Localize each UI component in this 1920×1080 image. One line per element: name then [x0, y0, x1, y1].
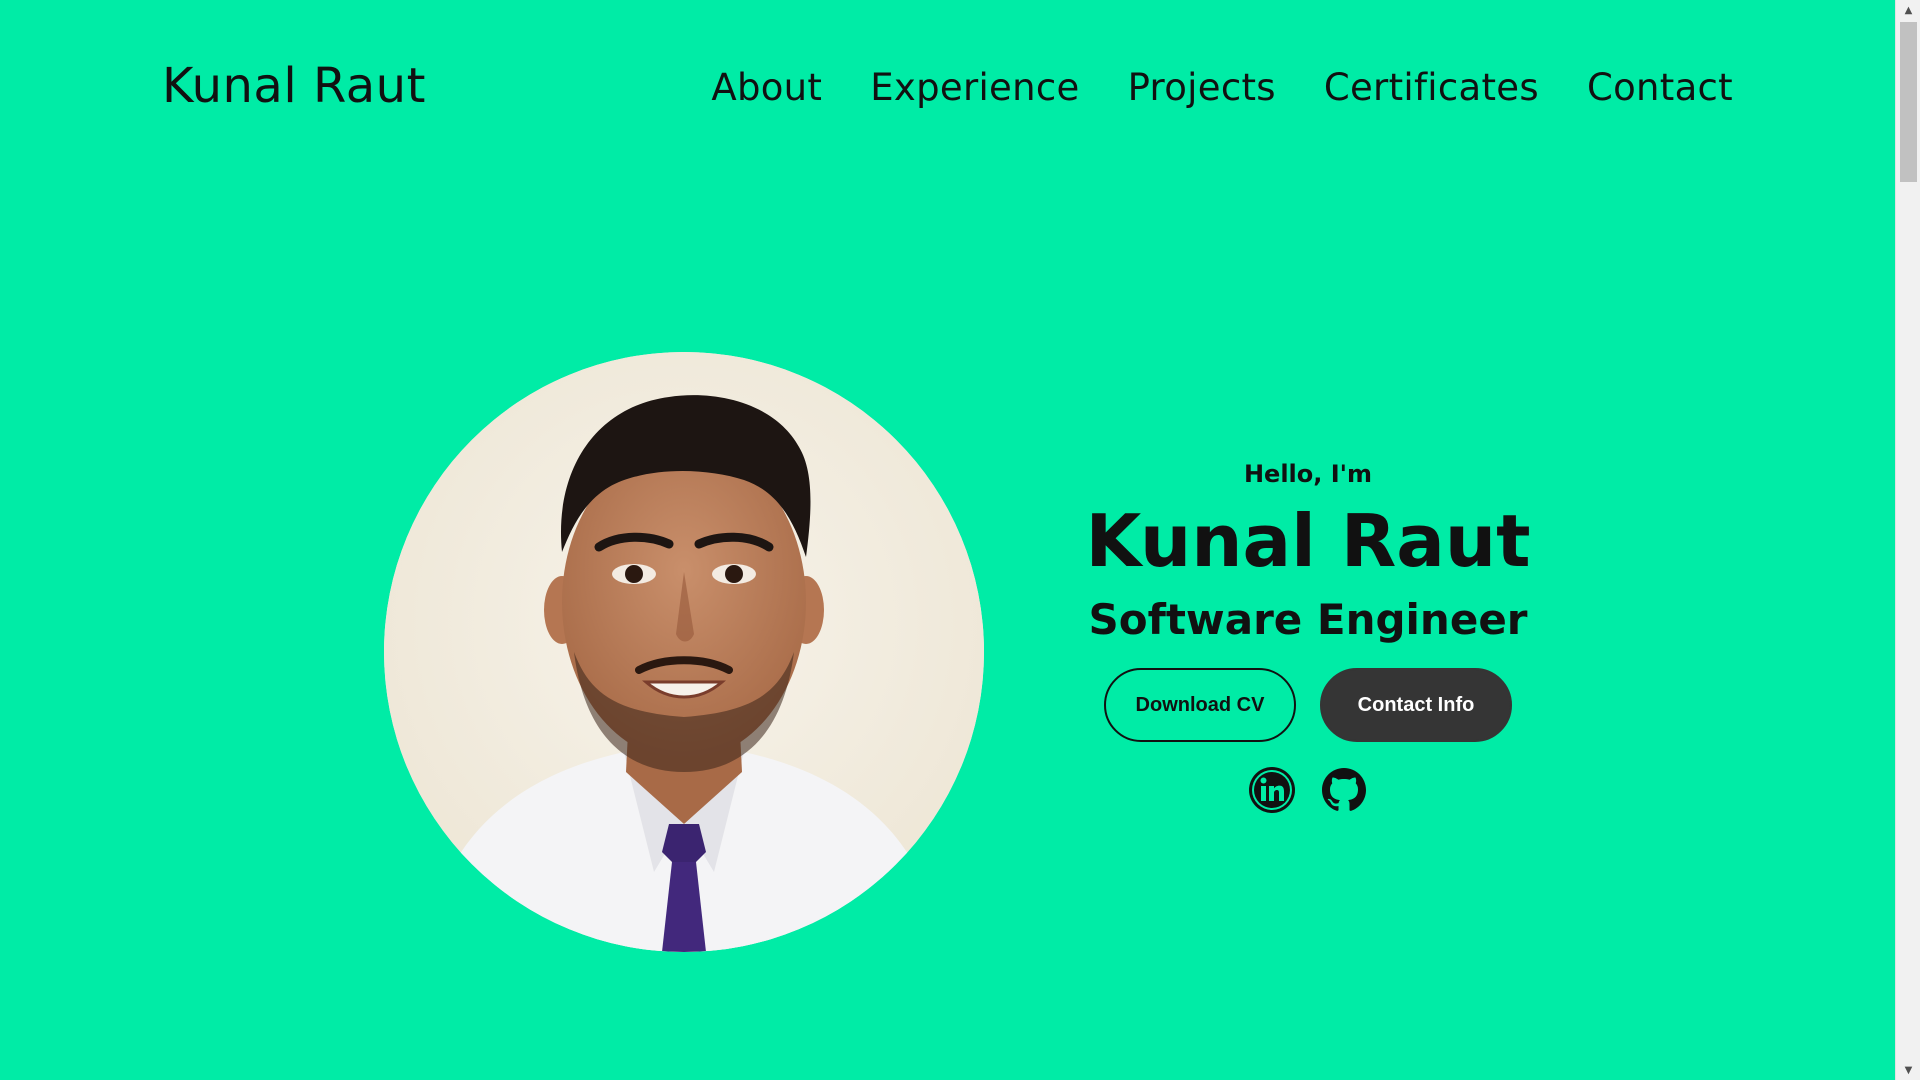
- hero-role: Software Engineer: [1088, 595, 1528, 645]
- linkedin-icon[interactable]: [1248, 766, 1296, 814]
- nav-item-experience: Experience: [870, 66, 1079, 109]
- site-logo[interactable]: Kunal Raut: [162, 58, 426, 114]
- hero-name: Kunal Raut: [1085, 499, 1531, 583]
- page: Kunal Raut About Experience Projects Cer…: [0, 0, 1895, 1080]
- scroll-up-arrow-icon[interactable]: ▲: [1896, 0, 1920, 20]
- scroll-down-arrow-icon[interactable]: ▼: [1896, 1060, 1920, 1080]
- github-icon[interactable]: [1320, 766, 1368, 814]
- hero-text-block: Hello, I'm Kunal Raut Software Engineer …: [1080, 460, 1536, 814]
- vertical-scrollbar[interactable]: ▲ ▼: [1895, 0, 1920, 1080]
- scroll-thumb[interactable]: [1900, 22, 1917, 182]
- hero-greeting: Hello, I'm: [1243, 460, 1373, 488]
- profile-picture: [384, 352, 984, 952]
- nav-link-experience[interactable]: Experience: [870, 66, 1079, 109]
- nav-link-about[interactable]: About: [711, 66, 822, 109]
- nav-link-projects[interactable]: Projects: [1128, 66, 1276, 109]
- nav-item-contact: Contact: [1587, 66, 1733, 109]
- nav-link-certificates[interactable]: Certificates: [1324, 66, 1539, 109]
- hero-button-row: Download CV Contact Info: [1080, 668, 1536, 743]
- profile-portrait: [384, 352, 984, 952]
- social-links: [1080, 766, 1536, 814]
- contact-info-button[interactable]: Contact Info: [1320, 668, 1512, 743]
- download-cv-button[interactable]: Download CV: [1104, 668, 1296, 743]
- nav-item-projects: Projects: [1128, 66, 1276, 109]
- nav-item-certificates: Certificates: [1324, 66, 1539, 109]
- nav-item-about: About: [711, 66, 822, 109]
- main-nav: About Experience Projects Certificates C…: [711, 66, 1733, 109]
- nav-link-contact[interactable]: Contact: [1587, 66, 1733, 109]
